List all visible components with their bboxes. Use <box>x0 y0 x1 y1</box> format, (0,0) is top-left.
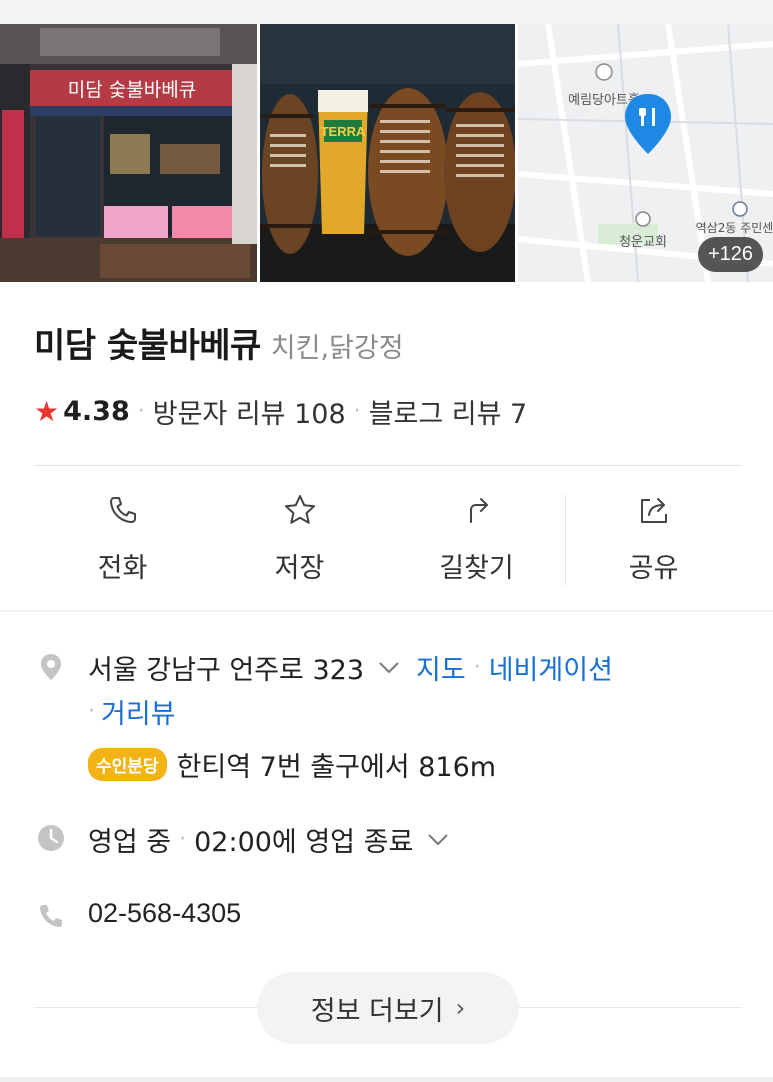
separator-dot: · <box>137 399 145 424</box>
separator-dot: · <box>179 827 187 852</box>
action-bar: 전화 저장 길찾기 공유 <box>34 488 742 588</box>
share-icon <box>640 498 667 523</box>
subway-line-badge: 수인분당 <box>88 748 167 781</box>
more-info-button[interactable]: 정보 더보기 › <box>257 972 519 1044</box>
more-photos-badge[interactable]: +126 <box>697 237 763 272</box>
star-icon: ★ <box>34 395 60 428</box>
storefront-photo[interactable]: 미담 숯불바베큐 <box>0 24 257 282</box>
section-divider <box>0 610 773 612</box>
directions-icon <box>469 498 488 523</box>
save-label: 저장 <box>274 553 325 584</box>
map-link[interactable]: 지도 <box>416 648 466 687</box>
star-outline-icon <box>284 495 315 524</box>
chevron-down-icon[interactable] <box>427 833 449 847</box>
bottom-divider <box>0 1077 773 1082</box>
separator-dot: · <box>353 399 361 424</box>
directions-button[interactable]: 길찾기 <box>388 488 565 588</box>
save-button[interactable]: 저장 <box>211 488 388 588</box>
share-label: 공유 <box>628 553 679 584</box>
blog-reviews-link[interactable]: 블로그 리뷰 7 <box>369 392 528 431</box>
menu-photo[interactable]: TERRA <box>259 24 516 282</box>
rating-value: 4.38 <box>63 396 130 427</box>
street-view-link[interactable]: 거리뷰 <box>101 692 176 731</box>
place-title: 미담 숯불바베큐 치킨,닭강정 <box>34 318 404 367</box>
subway-distance-text: 한티역 7번 출구에서 816m <box>176 752 497 783</box>
store-sign-text: 미담 숯불바베큐 <box>68 79 196 101</box>
photo-gallery[interactable]: 미담 숯불바베큐 TERRA 예림당아트홀 청운교회 역삼2동 주민센 +126 <box>0 24 773 284</box>
rating-summary: ★ 4.38 · 방문자 리뷰 108 · 블로그 리뷰 7 <box>34 392 527 431</box>
map-label-center: 역삼2동 주민센터 <box>696 221 773 235</box>
open-status: 영업 중 <box>88 827 172 858</box>
map-label-church: 청운교회 <box>619 235 667 250</box>
share-button[interactable]: 공유 <box>565 488 742 588</box>
phone-number[interactable]: 02-568-4305 <box>88 898 241 929</box>
visitor-reviews-link[interactable]: 방문자 리뷰 108 <box>153 392 346 431</box>
chevron-down-icon[interactable] <box>378 661 400 675</box>
place-name: 미담 숯불바베큐 <box>34 326 261 366</box>
address-row-2: · 거리뷰 <box>88 692 176 731</box>
directions-label: 길찾기 <box>439 553 514 584</box>
place-category: 치킨,닭강정 <box>270 333 404 364</box>
clock-icon <box>38 825 64 851</box>
phone-icon <box>40 905 62 927</box>
call-button[interactable]: 전화 <box>34 488 211 588</box>
divider <box>34 465 742 466</box>
separator-dot: · <box>88 699 95 724</box>
call-label: 전화 <box>97 553 148 584</box>
terra-brand-text: TERRA <box>320 124 365 139</box>
top-strip <box>0 0 773 24</box>
phone-icon <box>109 497 136 523</box>
address-row: 서울 강남구 언주로 323 지도 · 네비게이션 <box>88 648 613 687</box>
separator-dot: · <box>473 655 481 680</box>
hours-row[interactable]: 영업 중 · 02:00에 영업 종료 <box>88 820 449 859</box>
location-pin-icon <box>41 654 61 680</box>
more-info-label: 정보 더보기 <box>310 995 444 1027</box>
closing-time: 02:00에 영업 종료 <box>194 827 414 858</box>
navigation-link[interactable]: 네비게이션 <box>489 648 613 687</box>
subway-info: 수인분당 한티역 7번 출구에서 816m <box>88 745 496 784</box>
address-text[interactable]: 서울 강남구 언주로 323 <box>88 648 364 687</box>
chevron-right-icon: › <box>455 994 466 1022</box>
